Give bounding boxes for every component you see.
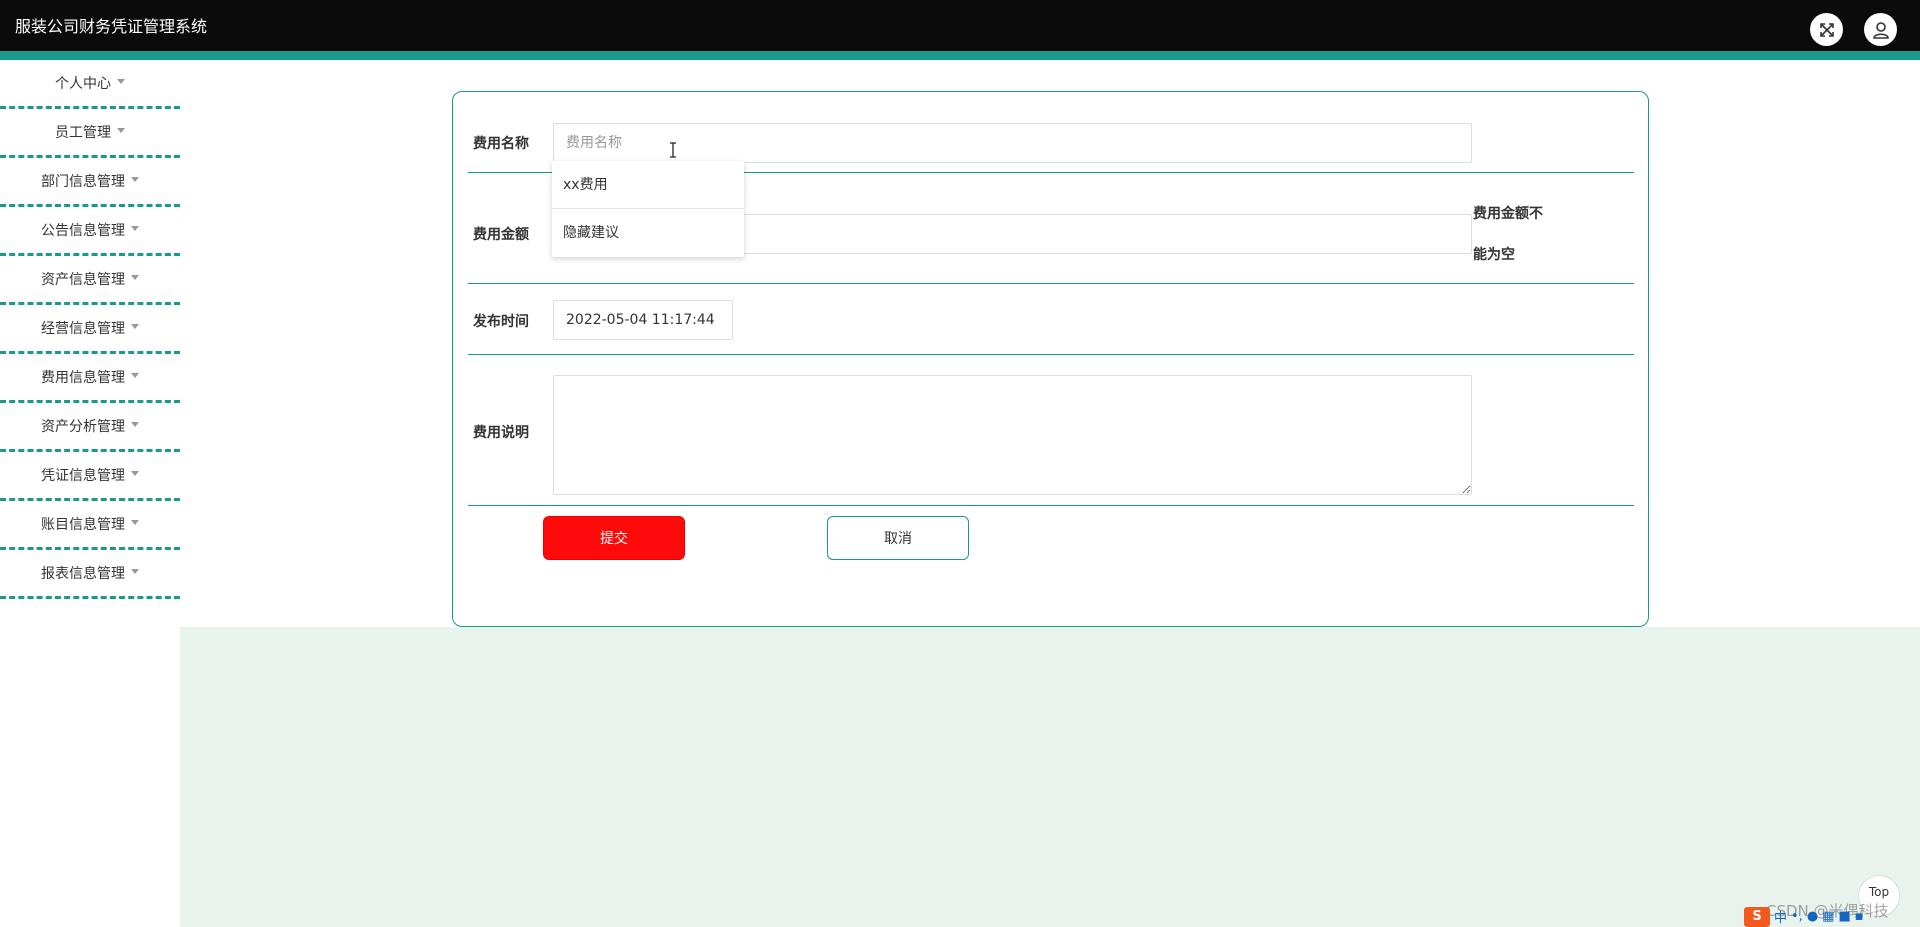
sidebar-item-label: 经营信息管理 <box>41 321 125 337</box>
caret-down-icon <box>117 127 125 133</box>
microphone-icon: ● <box>1806 909 1819 924</box>
user-icon <box>1872 21 1889 39</box>
sidebar-item-voucher[interactable]: 凭证信息管理 <box>0 452 180 501</box>
autocomplete-dropdown: xx费用 隐藏建议 <box>552 161 744 257</box>
name-label: 费用名称 <box>473 136 529 152</box>
ime-toolbar[interactable]: S 中 •, ● ▦ ■ ▪ <box>1744 906 1920 927</box>
sidebar-item-label: 资产信息管理 <box>41 272 125 288</box>
sidebar-item-label: 公告信息管理 <box>41 223 125 239</box>
expense-description-textarea[interactable] <box>553 375 1472 495</box>
fullscreen-button[interactable] <box>1810 13 1843 46</box>
sidebar-item-label: 部门信息管理 <box>41 174 125 190</box>
sidebar-item-label: 资产分析管理 <box>41 419 125 435</box>
sidebar-item-employee[interactable]: 员工管理 <box>0 109 180 158</box>
publish-time-label: 发布时间 <box>473 314 529 330</box>
ime-language: 中 <box>1774 911 1788 926</box>
expand-icon <box>1819 22 1834 37</box>
cancel-button[interactable]: 取消 <box>827 516 969 560</box>
sidebar-item-label: 员工管理 <box>55 125 111 141</box>
sidebar-item-operation[interactable]: 经营信息管理 <box>0 305 180 354</box>
keyboard-icon: ▦ <box>1822 909 1835 924</box>
sidebar-item-asset[interactable]: 资产信息管理 <box>0 256 180 305</box>
caret-down-icon <box>131 372 139 378</box>
caret-down-icon <box>131 274 139 280</box>
toolbox-icon: ▪ <box>1854 909 1864 924</box>
sidebar-item-label: 个人中心 <box>55 76 111 92</box>
autocomplete-option[interactable]: xx费用 <box>552 161 744 209</box>
amount-error-line-2: 能为空 <box>1473 247 1515 263</box>
sogou-logo-icon: S <box>1744 906 1770 927</box>
expense-name-input[interactable] <box>553 123 1472 163</box>
sidebar-item-department[interactable]: 部门信息管理 <box>0 158 180 207</box>
submit-button[interactable]: 提交 <box>543 516 685 560</box>
amount-label: 费用金额 <box>473 227 529 243</box>
header-accent-stripe <box>0 51 1920 60</box>
caret-down-icon <box>117 78 125 84</box>
top-header: 服装公司财务凭证管理系统 <box>0 0 1920 51</box>
sidebar-item-report[interactable]: 报表信息管理 <box>0 550 180 599</box>
sidebar-item-asset-analysis[interactable]: 资产分析管理 <box>0 403 180 452</box>
caret-down-icon <box>131 519 139 525</box>
main-content-background <box>180 627 1920 927</box>
text-cursor-icon <box>670 142 676 158</box>
sidebar-item-expense[interactable]: 费用信息管理 <box>0 354 180 403</box>
caret-down-icon <box>131 421 139 427</box>
sidebar-item-personal-center[interactable]: 个人中心 <box>0 60 180 109</box>
caret-down-icon <box>131 176 139 182</box>
punctuation-icon: •, <box>1791 909 1803 924</box>
publish-time-input[interactable] <box>553 300 733 340</box>
sidebar-menu: 个人中心 员工管理 部门信息管理 公告信息管理 资产信息管理 经营信息管理 费用… <box>0 60 180 927</box>
caret-down-icon <box>131 568 139 574</box>
skin-icon: ■ <box>1838 909 1851 924</box>
form-row-description: 费用说明 <box>468 355 1634 506</box>
form-row-publish-time: 发布时间 <box>468 284 1634 355</box>
user-button[interactable] <box>1864 13 1897 46</box>
caret-down-icon <box>131 225 139 231</box>
sidebar-item-label: 账目信息管理 <box>41 517 125 533</box>
autocomplete-hide-suggestion[interactable]: 隐藏建议 <box>552 209 744 257</box>
sidebar-item-account[interactable]: 账目信息管理 <box>0 501 180 550</box>
caret-down-icon <box>131 470 139 476</box>
sidebar-item-label: 凭证信息管理 <box>41 468 125 484</box>
amount-error-line-1: 费用金额不 <box>1473 206 1543 222</box>
sidebar-item-announcement[interactable]: 公告信息管理 <box>0 207 180 256</box>
sidebar-item-label: 报表信息管理 <box>41 566 125 582</box>
description-label: 费用说明 <box>473 425 529 441</box>
caret-down-icon <box>131 323 139 329</box>
sidebar-item-label: 费用信息管理 <box>41 370 125 386</box>
app-title: 服装公司财务凭证管理系统 <box>15 17 208 36</box>
